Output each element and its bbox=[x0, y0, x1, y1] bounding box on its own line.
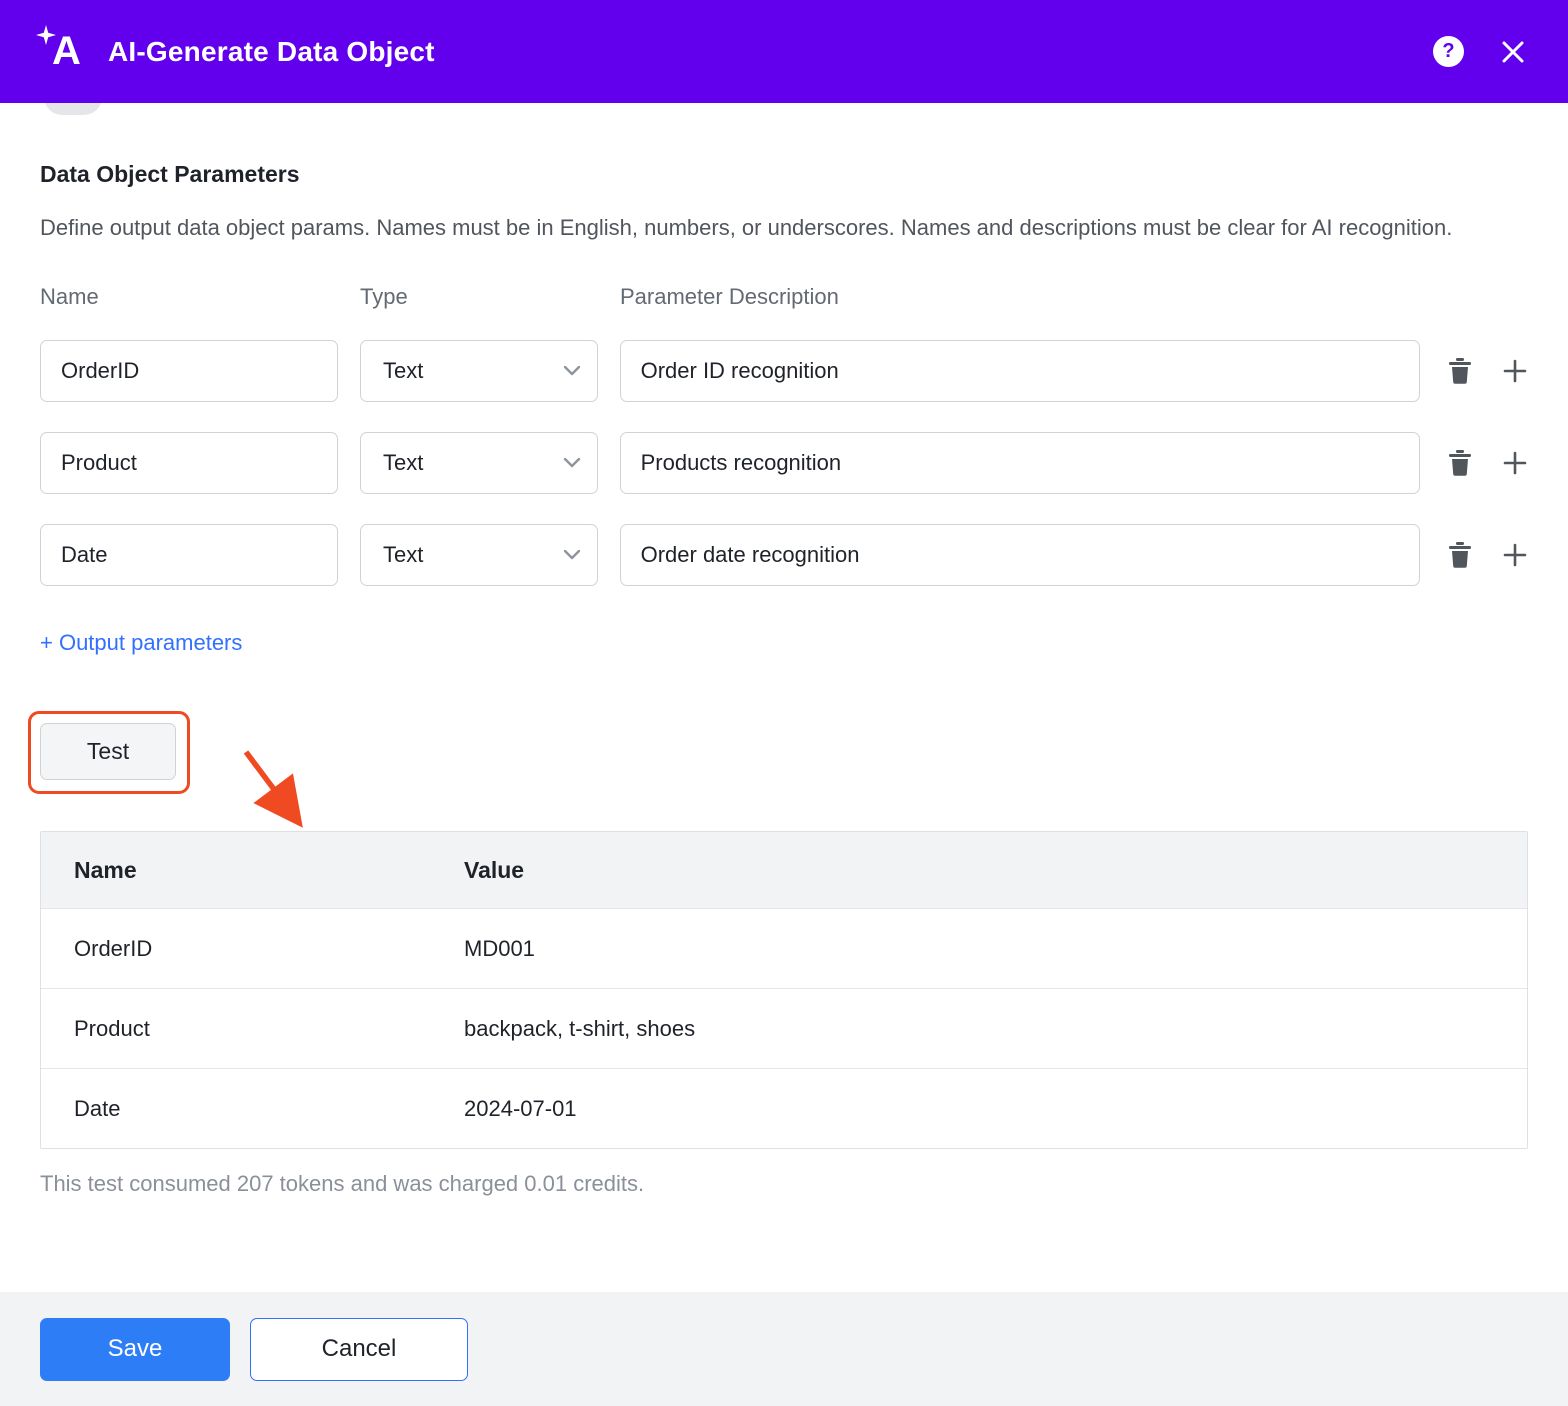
trash-icon bbox=[1448, 450, 1472, 476]
param-name-input[interactable] bbox=[40, 340, 338, 402]
delete-row-button[interactable] bbox=[1448, 450, 1472, 476]
dialog-title: AI-Generate Data Object bbox=[108, 36, 435, 68]
column-labels: Name Type Parameter Description bbox=[40, 284, 1528, 310]
test-result-table: Name Value OrderID MD001 Product backpac… bbox=[40, 831, 1528, 1149]
column-label-description: Parameter Description bbox=[620, 284, 839, 310]
column-label-name: Name bbox=[40, 284, 360, 310]
result-name: Date bbox=[41, 1096, 431, 1122]
add-output-parameters-link[interactable]: + Output parameters bbox=[40, 630, 242, 656]
param-description-input[interactable] bbox=[620, 432, 1420, 494]
section-heading: Data Object Parameters bbox=[40, 161, 1528, 188]
chevron-down-icon bbox=[563, 365, 581, 377]
param-type-select[interactable]: Text bbox=[360, 340, 598, 402]
row-actions bbox=[1448, 358, 1528, 384]
result-header-value: Value bbox=[431, 857, 1527, 884]
param-type-select[interactable]: Text bbox=[360, 432, 598, 494]
result-name: OrderID bbox=[41, 936, 431, 962]
param-name-input[interactable] bbox=[40, 524, 338, 586]
param-name-input[interactable] bbox=[40, 432, 338, 494]
result-value: 2024-07-01 bbox=[431, 1096, 1527, 1122]
param-row: Text bbox=[40, 432, 1528, 494]
row-actions bbox=[1448, 542, 1528, 568]
ai-logo-icon: A bbox=[36, 23, 94, 81]
param-type-value: Text bbox=[383, 358, 423, 384]
row-actions bbox=[1448, 450, 1528, 476]
param-description-input[interactable] bbox=[620, 340, 1420, 402]
param-type-select[interactable]: Text bbox=[360, 524, 598, 586]
result-table-row: OrderID MD001 bbox=[41, 908, 1527, 988]
result-table-header: Name Value bbox=[41, 832, 1527, 908]
add-row-button[interactable] bbox=[1502, 450, 1528, 476]
test-cost-note: This test consumed 207 tokens and was ch… bbox=[40, 1171, 1528, 1197]
trash-icon bbox=[1448, 542, 1472, 568]
logo-letter: A bbox=[52, 31, 81, 71]
param-row: Text bbox=[40, 340, 1528, 402]
plus-icon bbox=[1502, 358, 1528, 384]
column-label-type: Type bbox=[360, 284, 620, 310]
param-type-value: Text bbox=[383, 542, 423, 568]
param-description-input[interactable] bbox=[620, 524, 1420, 586]
close-icon[interactable] bbox=[1500, 39, 1526, 65]
add-row-button[interactable] bbox=[1502, 358, 1528, 384]
result-header-name: Name bbox=[41, 857, 431, 884]
param-type-value: Text bbox=[383, 450, 423, 476]
test-button[interactable]: Test bbox=[40, 723, 176, 780]
save-button[interactable]: Save bbox=[40, 1318, 230, 1381]
dialog-footer: Save Cancel bbox=[0, 1292, 1568, 1406]
chevron-down-icon bbox=[563, 457, 581, 469]
result-name: Product bbox=[41, 1016, 431, 1042]
delete-row-button[interactable] bbox=[1448, 542, 1472, 568]
result-value: MD001 bbox=[431, 936, 1527, 962]
toggle-switch-partial[interactable] bbox=[44, 103, 102, 115]
add-row-button[interactable] bbox=[1502, 542, 1528, 568]
annotation-arrow-icon bbox=[202, 746, 312, 841]
result-table-row: Product backpack, t-shirt, shoes bbox=[41, 988, 1527, 1068]
delete-row-button[interactable] bbox=[1448, 358, 1472, 384]
chevron-down-icon bbox=[563, 549, 581, 561]
plus-icon bbox=[1502, 450, 1528, 476]
ai-generate-data-object-dialog: A AI-Generate Data Object ? Data Object … bbox=[0, 0, 1568, 1406]
dialog-content: Data Object Parameters Define output dat… bbox=[0, 103, 1568, 1292]
test-area: Test bbox=[40, 708, 1528, 823]
dialog-header: A AI-Generate Data Object ? bbox=[0, 0, 1568, 103]
help-icon[interactable]: ? bbox=[1433, 36, 1464, 67]
result-value: backpack, t-shirt, shoes bbox=[431, 1016, 1527, 1042]
cutoff-toggle-row bbox=[44, 103, 1528, 119]
plus-icon bbox=[1502, 542, 1528, 568]
section-description: Define output data object params. Names … bbox=[40, 208, 1528, 248]
header-actions: ? bbox=[1433, 36, 1526, 67]
trash-icon bbox=[1448, 358, 1472, 384]
param-row: Text bbox=[40, 524, 1528, 586]
result-table-row: Date 2024-07-01 bbox=[41, 1068, 1527, 1148]
cancel-button[interactable]: Cancel bbox=[250, 1318, 468, 1381]
